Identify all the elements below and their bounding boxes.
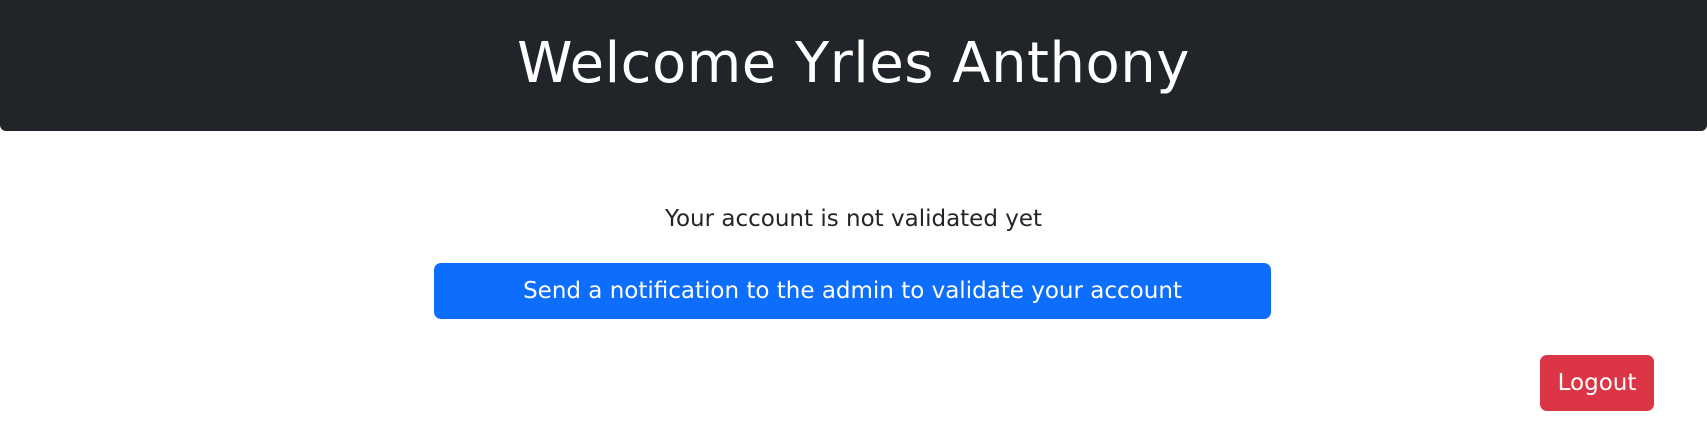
page-title: Welcome Yrles Anthony bbox=[517, 31, 1190, 96]
account-status-message: Your account is not validated yet bbox=[664, 206, 1043, 232]
logout-button[interactable]: Logout bbox=[1540, 355, 1654, 411]
page: Welcome Yrles Anthony Your account is no… bbox=[0, 0, 1707, 421]
notify-admin-button[interactable]: Send a notification to the admin to vali… bbox=[434, 263, 1271, 319]
header-bar: Welcome Yrles Anthony bbox=[0, 0, 1707, 131]
